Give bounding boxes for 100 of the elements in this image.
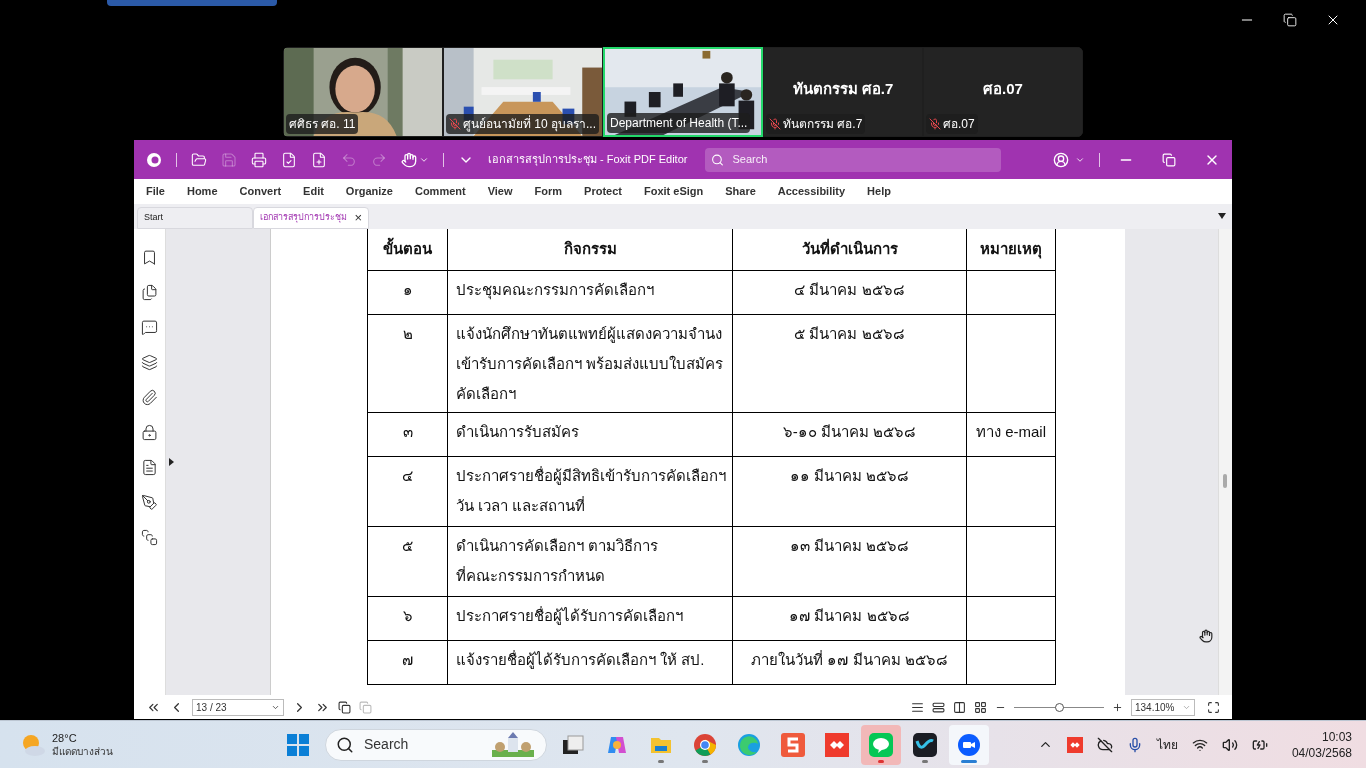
menu-item[interactable]: Comment	[414, 183, 466, 200]
pen-icon[interactable]	[141, 494, 158, 511]
single-page-icon[interactable]	[911, 700, 924, 714]
file-icon[interactable]	[281, 151, 297, 168]
paperclip-icon[interactable]	[141, 389, 158, 406]
name-label: ศศิธร ศอ. 11	[286, 114, 359, 134]
diamond-app-icon[interactable]	[1066, 736, 1083, 753]
video-tile[interactable]: ศอ.07 ศอ.07	[923, 47, 1083, 137]
s-app-icon[interactable]	[781, 732, 805, 757]
menu-item[interactable]: Organize	[345, 183, 393, 200]
column-header: หมายเหตุ	[966, 229, 1055, 270]
search-field[interactable]: Search	[732, 151, 996, 168]
volume-icon[interactable]	[1221, 736, 1238, 753]
table-cell: ประชุมคณะกรรมการคัดเลือกฯ	[456, 281, 654, 298]
zoom-in-icon[interactable]	[1112, 701, 1123, 713]
name-label: ศอ.07	[926, 114, 978, 134]
fullscreen-icon[interactable]	[1207, 700, 1220, 714]
video-tile[interactable]: ศศิธร ศอ. 11	[283, 47, 443, 137]
pages-icon[interactable]	[141, 284, 158, 301]
table-cell: ดำเนินการรับสมัคร	[456, 423, 579, 440]
print-icon[interactable]	[251, 151, 267, 168]
expand-panel-icon[interactable]	[169, 458, 174, 466]
column-header: วันที่ดำเนินการ	[732, 229, 966, 270]
user-icon[interactable]	[1053, 151, 1069, 168]
video-tile[interactable]: Department of Health (T...	[603, 47, 763, 137]
menu-item[interactable]: Foxit eSign	[643, 183, 704, 200]
restore-icon[interactable]	[1283, 13, 1297, 27]
video-app-icon[interactable]	[957, 732, 981, 757]
stack-icon[interactable]	[141, 529, 158, 546]
task-view-icon[interactable]	[561, 732, 585, 757]
table-cell: ดำเนินการคัดเลือกฯ ตามวิธีการ ที่คณะกรรมการกำหนด	[456, 537, 659, 584]
table-cell-text: ๖	[402, 606, 413, 626]
window-title: เอกสารสรุปการประชุม - Foxit PDF Editor	[488, 152, 688, 168]
zoom-slider[interactable]	[1014, 702, 1104, 712]
running-indicator	[658, 759, 664, 763]
menu-item[interactable]: Edit	[303, 183, 324, 200]
facing-pages-icon[interactable]	[953, 700, 966, 714]
menu-item[interactable]: Form	[534, 183, 563, 200]
search-box[interactable]: Search	[705, 147, 1002, 172]
continuous-page-icon[interactable]	[932, 700, 945, 714]
document-tab[interactable]: Start	[137, 207, 253, 229]
video-tile[interactable]: ศูนย์อนามัยที่ 10 อุบลรา...	[443, 47, 603, 137]
hand-cursor-icon	[1199, 629, 1213, 643]
scrollbar-thumb[interactable]	[1223, 474, 1227, 488]
taskbar-search[interactable]: Search	[325, 728, 547, 761]
menu-item[interactable]: View	[487, 183, 513, 200]
table-cell: ประกาศรายชื่อผู้ได้รับการคัดเลือกฯ	[456, 607, 683, 624]
tab-close-button[interactable]: ×	[354, 208, 362, 228]
table-cell-text: ๑๗ มีนาคม ๒๕๖๘	[789, 606, 910, 626]
grid-pages-icon[interactable]	[974, 700, 987, 714]
page-field[interactable]: 13 / 23	[192, 698, 284, 716]
slider-thumb[interactable]	[1055, 702, 1064, 712]
column-header: กิจกรรม	[447, 229, 732, 270]
lock-icon[interactable]	[141, 424, 158, 441]
table-cell-text: ๔ มีนาคม ๒๕๖๘	[794, 280, 905, 300]
table-cell-text: ๑๓ มีนาคม ๒๕๖๘	[789, 536, 910, 556]
diamond-app-icon[interactable]	[825, 732, 849, 757]
video-tile[interactable]: ทันตกรรม ศอ.7 ทันตกรรม ศอ.7	[763, 47, 923, 137]
tab-list-icon[interactable]	[1218, 213, 1226, 219]
temperature: 28°C	[52, 730, 78, 745]
document-tab[interactable]: เอกสารสรุปการประชุม ×	[253, 207, 369, 229]
name-label: Department of Health (T...	[607, 113, 751, 133]
weather-description: มีแดดบางส่วน	[52, 744, 113, 759]
table-cell-text: ๔	[402, 466, 413, 486]
clock[interactable]: 10:03 04/03/2568	[1291, 728, 1352, 761]
table-cell-text: ๖-๑๐ มีนาคม ๒๕๖๘	[782, 422, 917, 442]
app-logo-icon[interactable]	[146, 151, 162, 168]
document-icon[interactable]	[141, 459, 158, 476]
table-cell-text: ภายในวันที่ ๑๗ มีนาคม ๒๕๖๘	[751, 649, 948, 670]
menu-item[interactable]: Share	[725, 183, 756, 200]
menu-item[interactable]: Protect	[584, 183, 622, 200]
open-icon[interactable]	[191, 151, 207, 168]
running-indicator	[922, 759, 928, 763]
running-indicator	[702, 759, 708, 763]
pages-icon[interactable]	[338, 700, 351, 714]
menu-item[interactable]: Accessibility	[777, 183, 846, 200]
menu-item[interactable]: Help	[867, 183, 891, 200]
menu-item[interactable]: File	[146, 183, 165, 200]
menu-item[interactable]: Convert	[239, 183, 282, 200]
layers-icon[interactable]	[141, 354, 158, 371]
cloud-off-icon[interactable]	[1096, 736, 1113, 753]
search-icon	[336, 735, 354, 754]
start-icon[interactable]	[287, 733, 309, 756]
new-icon[interactable]	[311, 151, 327, 168]
hand-icon	[401, 151, 417, 168]
language-indicator[interactable]: ไทย	[1156, 735, 1178, 754]
table-cell: แจ้งรายชื่อผู้ได้รับการคัดเลือกฯ ให้ สป.	[456, 651, 705, 668]
column-header: ขั้นตอน	[368, 229, 447, 270]
comment-icon[interactable]	[141, 319, 158, 336]
name-label: ศูนย์อนามัยที่ 10 อุบลรา...	[446, 114, 600, 134]
menu-item[interactable]: Home	[186, 183, 218, 200]
hand-tool-button[interactable]	[401, 151, 429, 168]
bookmark-icon[interactable]	[141, 249, 158, 266]
table-cell-text: ๓	[402, 422, 413, 442]
restore-icon[interactable]	[1162, 152, 1176, 167]
table-cell-text: ๕ มีนาคม ๒๕๖๘	[794, 324, 905, 344]
zoom-field[interactable]: 134.10%	[1131, 698, 1195, 716]
chrome-icon[interactable]	[693, 732, 717, 757]
running-indicator	[878, 759, 884, 763]
table-cell-text: ๑	[402, 280, 413, 300]
